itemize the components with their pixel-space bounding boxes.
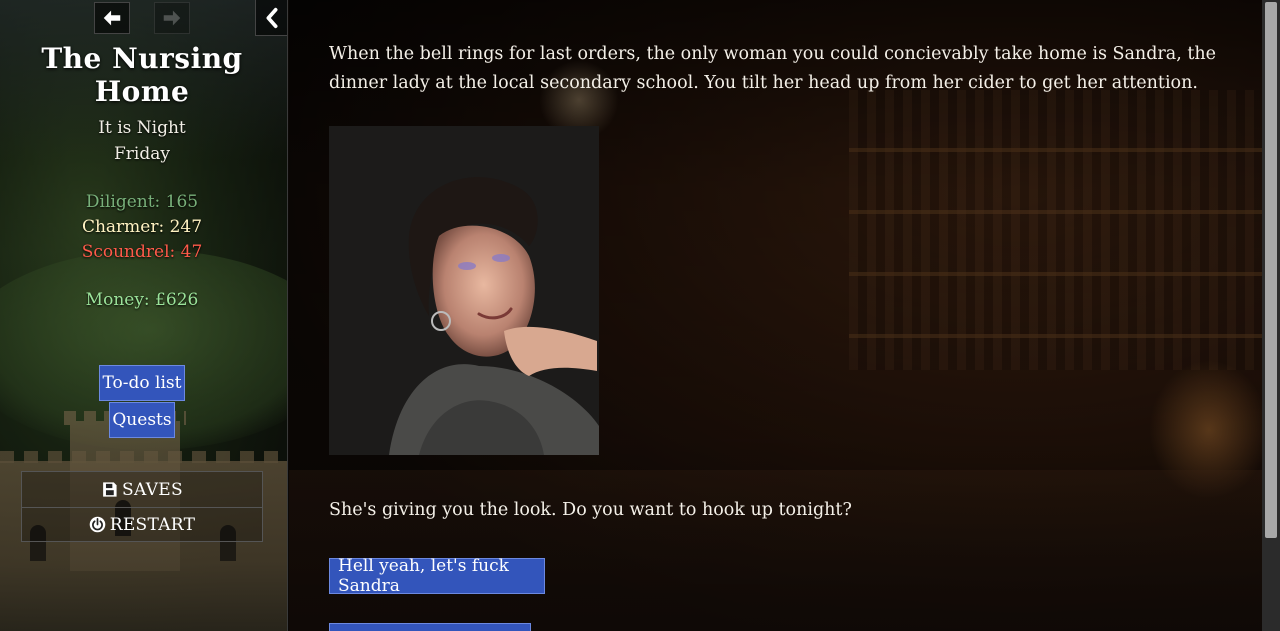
character-portrait xyxy=(329,126,599,455)
vertical-scrollbar[interactable] xyxy=(1262,0,1280,631)
history-back-button[interactable] xyxy=(94,2,130,34)
time-of-day: It is Night xyxy=(98,118,186,138)
sidebar: The Nursing Home It is Night Friday Dili… xyxy=(0,0,288,631)
chevron-left-icon xyxy=(266,7,278,28)
quests-button[interactable]: Quests xyxy=(109,402,175,438)
floppy-disk-icon xyxy=(103,482,117,497)
restart-button[interactable]: RESTART xyxy=(22,507,262,542)
passage-area: When the bell rings for last orders, the… xyxy=(289,0,1262,631)
saves-label: SAVES xyxy=(122,479,183,500)
arrow-left-icon xyxy=(103,10,121,26)
woman-portrait-image xyxy=(329,126,599,455)
day-of-week: Friday xyxy=(114,144,170,164)
stat-diligent: Diligent: 165 xyxy=(85,192,199,212)
background-bar-counter xyxy=(289,470,1262,631)
story-menu: SAVES RESTART xyxy=(21,471,263,542)
story-title: The Nursing Home xyxy=(41,42,243,108)
saves-button[interactable]: SAVES xyxy=(22,472,262,508)
passage-paragraph-2: She's giving you the look. Do you want t… xyxy=(329,500,852,520)
choice-button-second[interactable] xyxy=(329,623,531,631)
passage-paragraph-1: When the bell rings for last orders, the… xyxy=(329,44,1216,93)
stats-panel: Diligent: 165 Charmer: 247 Scoundrel: 47 xyxy=(0,190,284,265)
arrow-right-icon xyxy=(163,10,181,26)
todo-list-button[interactable]: To-do list xyxy=(99,365,185,401)
passage-text: When the bell rings for last orders, the… xyxy=(329,40,1219,98)
sidebar-collapse-button[interactable] xyxy=(255,0,287,36)
scrollbar-thumb[interactable] xyxy=(1265,2,1277,538)
money-display: Money: £626 xyxy=(85,290,199,310)
background-bar-shelves xyxy=(849,90,1262,370)
history-forward-button[interactable] xyxy=(154,2,190,34)
restart-label: RESTART xyxy=(109,514,196,535)
power-icon xyxy=(89,516,106,533)
stat-charmer: Charmer: 247 xyxy=(81,217,203,237)
stat-scoundrel: Scoundrel: 47 xyxy=(81,242,203,262)
choice-button-hook-up[interactable]: Hell yeah, let's fuck Sandra xyxy=(329,556,545,596)
time-display: It is Night Friday xyxy=(0,115,284,167)
